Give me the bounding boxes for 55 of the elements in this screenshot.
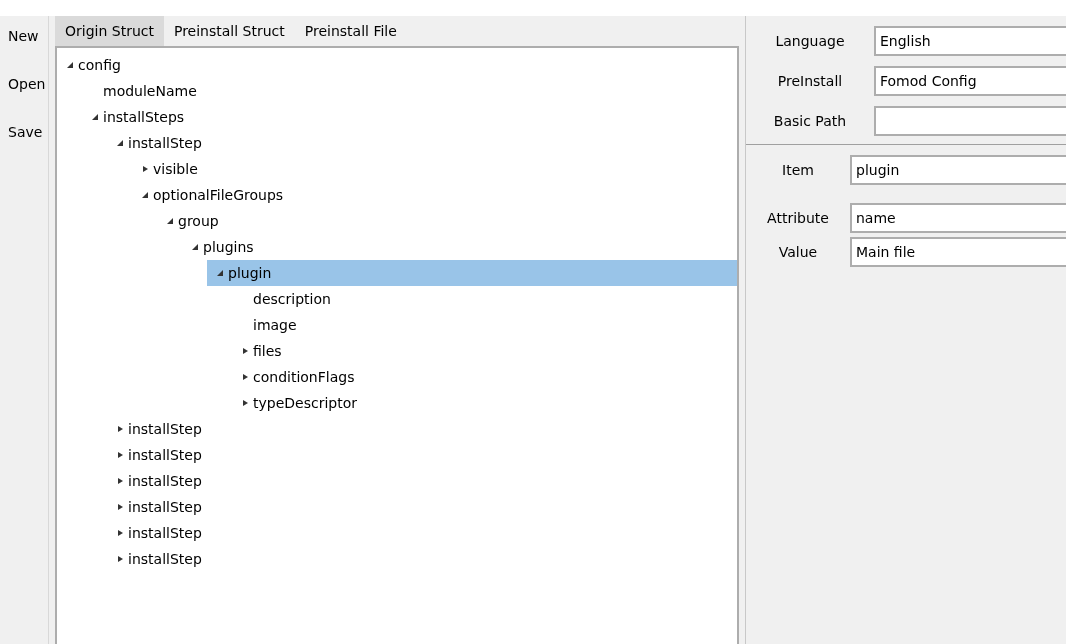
tree-item[interactable]: typeDescriptor [232, 390, 737, 416]
tree-item[interactable]: image [232, 312, 737, 338]
tree-item[interactable]: files [232, 338, 737, 364]
selected-tree-item[interactable]: plugin [207, 260, 737, 286]
tree-item[interactable]: group [157, 208, 737, 234]
collapsed-arrow-icon[interactable] [117, 504, 123, 510]
expanded-arrow-icon[interactable] [167, 218, 173, 224]
collapsed-arrow-icon[interactable] [117, 478, 123, 484]
input-field[interactable]: English [874, 26, 1066, 56]
collapsed-arrow-icon[interactable] [142, 166, 148, 172]
expanded-arrow-icon[interactable] [192, 244, 198, 250]
input-field[interactable]: plugin [850, 155, 1066, 185]
collapsed-arrow-icon[interactable] [117, 426, 123, 432]
collapsed-arrow-icon[interactable] [117, 530, 123, 536]
tree-item[interactable]: visible [132, 156, 737, 182]
collapsed-arrow-icon[interactable] [117, 452, 123, 458]
tree-item[interactable]: description [232, 286, 737, 312]
tree-item[interactable]: installStep [107, 468, 737, 494]
tree-item[interactable]: conditionFlags [232, 364, 737, 390]
tree-item[interactable]: config [57, 52, 737, 78]
tree-item[interactable]: installStep [107, 546, 737, 572]
collapsed-arrow-icon[interactable] [242, 374, 248, 380]
tree-item[interactable]: installStep [107, 494, 737, 520]
toolbar-button[interactable]: New [0, 24, 39, 44]
expanded-arrow-icon[interactable] [67, 62, 73, 68]
input-field[interactable]: Fomod Config [874, 66, 1066, 96]
collapsed-arrow-icon[interactable] [242, 400, 248, 406]
tree-item[interactable]: moduleName [82, 78, 737, 104]
input-field[interactable] [874, 106, 1066, 136]
toolbar-button[interactable]: Save [0, 120, 43, 140]
field-label: Language [774, 33, 846, 49]
expanded-arrow-icon[interactable] [217, 270, 223, 276]
input-field[interactable]: name [850, 203, 1066, 233]
input-field[interactable]: Main file [850, 237, 1066, 267]
tree-item[interactable]: installStep [107, 416, 737, 442]
tree-item[interactable]: installStep [107, 442, 737, 468]
tree-item[interactable]: installStep [107, 130, 737, 156]
tree-item[interactable]: plugins [182, 234, 737, 260]
expanded-arrow-icon[interactable] [117, 140, 123, 146]
expanded-arrow-icon[interactable] [92, 114, 98, 120]
tree-item[interactable]: installSteps [82, 104, 737, 130]
tab[interactable]: Preinstall File [294, 16, 407, 46]
tree-item[interactable]: installStep [107, 520, 737, 546]
collapsed-arrow-icon[interactable] [117, 556, 123, 562]
field-label: Item [781, 162, 815, 178]
tab[interactable]: Preinstall Struct [163, 16, 295, 46]
expanded-arrow-icon[interactable] [142, 192, 148, 198]
tab[interactable]: Origin Struct [55, 16, 164, 46]
toolbar-button[interactable]: Open [0, 72, 46, 92]
tree-item[interactable]: optionalFileGroups [132, 182, 737, 208]
field-label: Attribute [766, 210, 830, 226]
field-label: Basic Path [772, 113, 848, 129]
field-label: PreInstall [776, 73, 844, 89]
field-label: Value [777, 244, 819, 260]
collapsed-arrow-icon[interactable] [242, 348, 248, 354]
